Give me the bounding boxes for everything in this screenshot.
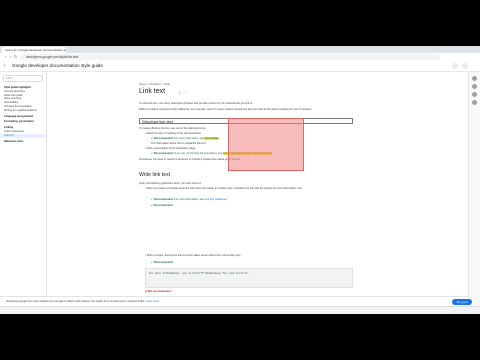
browser-window: Link text | Google developer documentati… bbox=[0, 46, 480, 314]
sidebar-item[interactable]: Link text bbox=[0, 133, 46, 138]
write-bullet-1: • When you write a complete sentence tha… bbox=[145, 187, 303, 190]
recommended-example-4: ✔ Recommended: bbox=[151, 204, 174, 207]
cookie-text: developers.google.com uses cookies from … bbox=[6, 300, 159, 303]
video-frame: Link text | Google developer documentati… bbox=[0, 0, 480, 360]
not-recommended-example: ✖ Not recommended: bbox=[145, 290, 172, 293]
intro-paragraph-1: To write link text, use short, descripti… bbox=[139, 102, 253, 105]
tasks-icon[interactable] bbox=[472, 84, 477, 89]
check-icon: ✔ bbox=[151, 137, 154, 140]
recommended-example-1: ✔ Recommended: For more information, see… bbox=[151, 137, 219, 140]
write-intro: Apply the following guidelines when you … bbox=[139, 182, 202, 185]
example-link-3[interactable]: Link text guidelines. bbox=[205, 198, 228, 201]
code-sample: For more information, see <a href="#">Gu… bbox=[145, 268, 353, 288]
sidebar-item[interactable]: Writing for a global audience bbox=[0, 109, 46, 113]
main-content: Home > Products > Style Link text ☆ ⋯ To… bbox=[47, 72, 468, 314]
breadcrumb[interactable]: Home > Products > Style bbox=[139, 82, 170, 86]
maps-icon[interactable] bbox=[472, 100, 477, 105]
bullet-1: • Match the title or heading of the link… bbox=[145, 132, 202, 135]
bullet-1b: The information about how to capitalize … bbox=[151, 142, 207, 145]
sidebar-item[interactable]: Language and grammar bbox=[0, 115, 46, 119]
bookmark-icon[interactable]: ☆ ⋯ bbox=[178, 90, 187, 95]
check-icon: ✔ bbox=[151, 261, 154, 264]
menu-icon[interactable]: ≡ bbox=[2, 63, 7, 69]
status-bar bbox=[0, 306, 480, 314]
recommended-example-5: ✔ Recommended: bbox=[151, 261, 174, 264]
contacts-icon[interactable] bbox=[472, 92, 477, 97]
url-field[interactable]: developers.google.com/style/link-text bbox=[20, 54, 440, 60]
sidebar: Filter Style guide highlights General pri… bbox=[0, 72, 47, 314]
cookie-accept-button[interactable]: Ok, got it bbox=[452, 299, 472, 305]
cross-icon: ✖ bbox=[145, 290, 148, 293]
selection-highlight-overlay bbox=[228, 118, 304, 171]
check-icon: ✔ bbox=[151, 198, 154, 201]
section-heading-write: Write link text bbox=[139, 172, 171, 178]
settings-icon[interactable] bbox=[452, 63, 458, 69]
check-icon: ✔ bbox=[151, 152, 154, 155]
site-header: ≡ Google developer documentation style g… bbox=[0, 61, 480, 72]
sidebar-filter-input[interactable]: Filter bbox=[3, 75, 43, 82]
chat-icon[interactable] bbox=[472, 76, 477, 81]
tab-bar: Link text | Google developer documentati… bbox=[0, 46, 480, 53]
recommended-example-3: ✔ Recommended: For more information, see… bbox=[151, 198, 228, 201]
site-title[interactable]: Google developer documentation style gui… bbox=[12, 63, 103, 69]
example-link-1[interactable]: Accessibility bbox=[204, 137, 219, 140]
check-icon: ✔ bbox=[151, 204, 154, 207]
sidebar-list: Style guide highlights General principles… bbox=[0, 86, 46, 143]
learn-more-link[interactable]: Learn more bbox=[146, 300, 159, 303]
avatar[interactable] bbox=[462, 63, 468, 69]
write-bullet-2: • Write a unique, descriptive link text … bbox=[145, 254, 242, 257]
sidebar-item[interactable]: Reference docs bbox=[0, 140, 46, 144]
sidebar-item[interactable]: Formatting, punctuation bbox=[0, 120, 46, 124]
page-title: Link text bbox=[139, 88, 166, 95]
reload-icon[interactable]: ↻ bbox=[13, 54, 18, 60]
intro-paragraph-2: Different readers experience links diffe… bbox=[139, 108, 312, 111]
bullet-2: • Write a description of the destination… bbox=[145, 147, 196, 150]
right-rail bbox=[468, 72, 480, 314]
